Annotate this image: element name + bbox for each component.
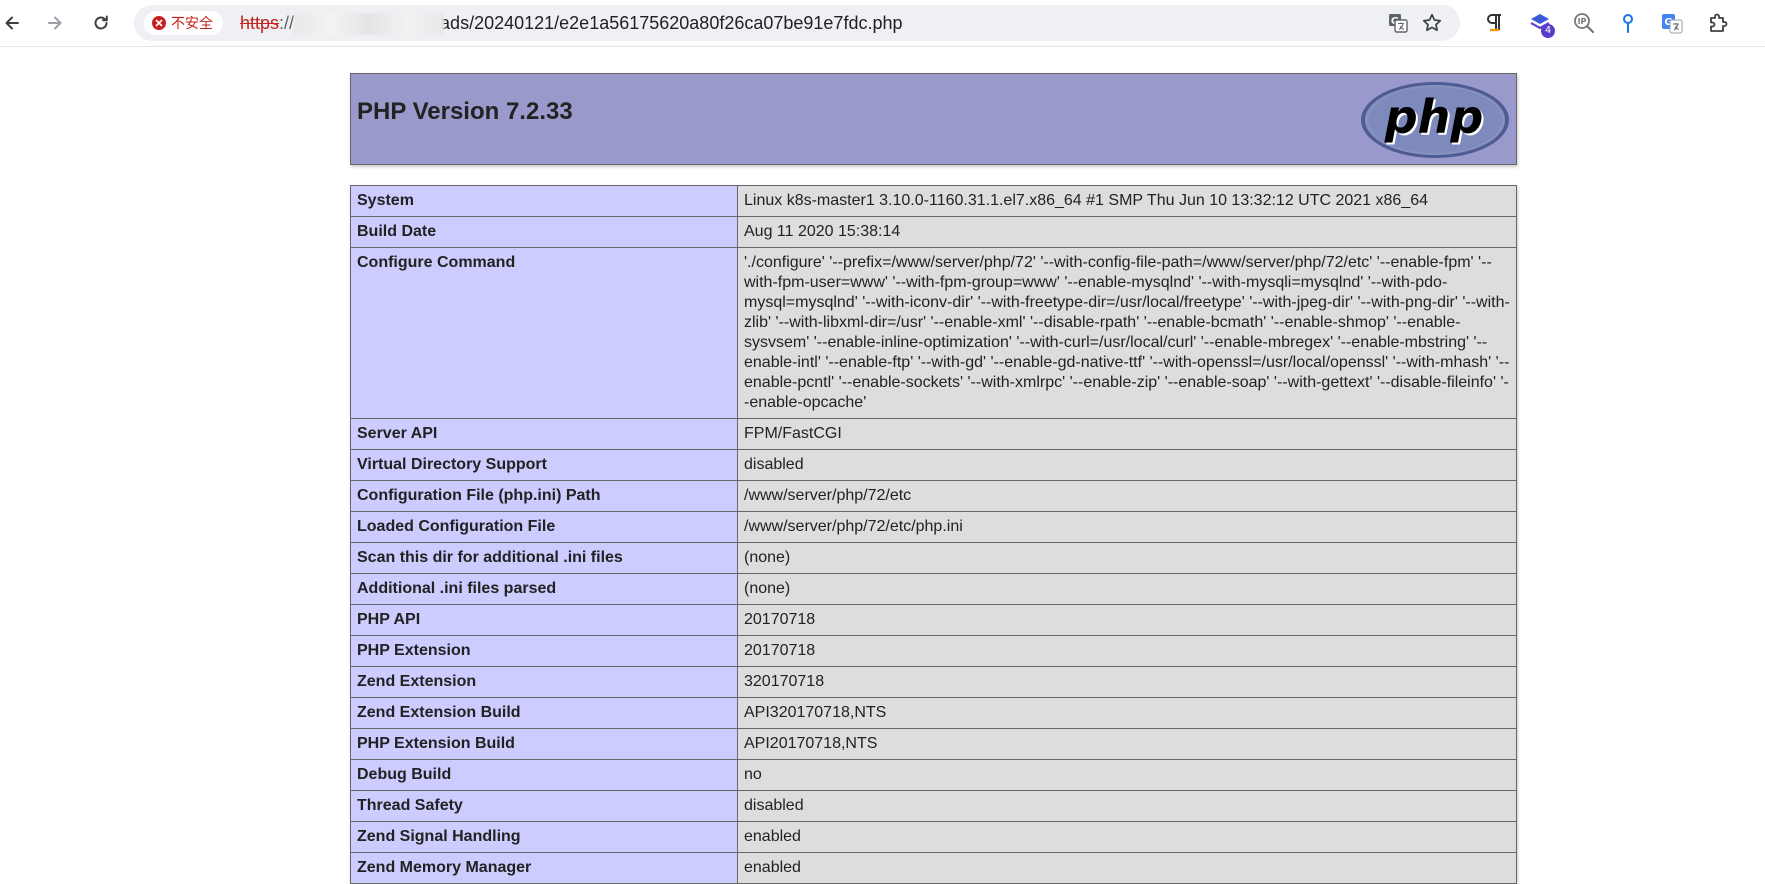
row-key: Configuration File (php.ini) Path: [350, 480, 738, 512]
row-key: Zend Signal Handling: [350, 821, 738, 853]
address-bar[interactable]: 不安全 https:// ads/20240121/e2e1a56175620a8…: [134, 5, 1460, 41]
paragraph-extension-icon[interactable]: [1480, 9, 1508, 37]
row-value: API320170718,NTS: [737, 697, 1517, 729]
row-value: (none): [737, 573, 1517, 605]
back-button[interactable]: [0, 7, 28, 39]
row-value: enabled: [737, 821, 1517, 853]
row-key: Scan this dir for additional .ini files: [350, 542, 738, 574]
row-key: Debug Build: [350, 759, 738, 791]
security-chip[interactable]: 不安全: [144, 11, 223, 35]
row-value: no: [737, 759, 1517, 791]
row-value: FPM/FastCGI: [737, 418, 1517, 450]
google-translate-extension-icon[interactable]: G: [1658, 9, 1686, 37]
row-key: Build Date: [350, 216, 738, 248]
forward-button[interactable]: [39, 7, 71, 39]
location-pin-extension-icon[interactable]: [1614, 9, 1642, 37]
url-path: ads/20240121/e2e1a56175620a80f26ca07be91…: [440, 13, 903, 33]
row-key: System: [350, 185, 738, 217]
row-value: /www/server/php/72/etc: [737, 480, 1517, 512]
translate-page-icon[interactable]: G: [1386, 11, 1410, 35]
row-value: disabled: [737, 790, 1517, 822]
redacted-host: [294, 13, 445, 36]
table-row: Build Date Aug 11 2020 15:38:14: [350, 216, 1517, 248]
row-key: Configure Command: [350, 247, 738, 419]
row-key: Thread Safety: [350, 790, 738, 822]
table-row: Configuration File (php.ini) Path/www/se…: [350, 480, 1517, 512]
row-value: 20170718: [737, 635, 1517, 667]
warning-icon: [152, 16, 166, 30]
table-row: Zend Memory Manager enabled: [350, 852, 1517, 884]
ip-lookup-extension-icon[interactable]: IP: [1570, 9, 1598, 37]
extension-badge: 4: [1541, 24, 1555, 38]
browser-toolbar: 不安全 https:// ads/20240121/e2e1a56175620a8…: [0, 0, 1765, 47]
url-text[interactable]: https:// ads/20240121/e2e1a56175620a80f26…: [240, 5, 903, 41]
table-row: Zend Extension Build API320170718,NTS: [350, 697, 1517, 729]
extensions-puzzle-icon[interactable]: [1704, 9, 1732, 37]
row-value: API20170718,NTS: [737, 728, 1517, 760]
url-separator: ://: [279, 13, 295, 33]
row-value: /www/server/php/72/etc/php.ini: [737, 511, 1517, 543]
phpinfo-header: PHP Version 7.2.33 php php: [350, 73, 1517, 165]
row-key: PHP Extension: [350, 635, 738, 667]
row-key: PHP API: [350, 604, 738, 636]
phpinfo-table: System Linux k8s-master1 3.10.0-1160.31.1…: [350, 185, 1517, 884]
table-row: Server API FPM/FastCGI: [350, 418, 1517, 450]
row-value: Aug 11 2020 15:38:14: [737, 216, 1517, 248]
url-scheme: https: [240, 13, 280, 33]
security-chip-label: 不安全: [171, 15, 213, 31]
row-value: Linux k8s-master1 3.10.0-1160.31.1.el7.x…: [737, 185, 1517, 217]
stack-extension-icon[interactable]: 4: [1526, 9, 1555, 38]
row-value: 20170718: [737, 604, 1517, 636]
table-row: PHP Extension Build API20170718,NTS: [350, 728, 1517, 760]
table-row: System Linux k8s-master1 3.10.0-1160.31.1…: [350, 185, 1517, 217]
row-value: enabled: [737, 852, 1517, 884]
reload-button[interactable]: [85, 7, 117, 39]
row-key: Additional .ini files parsed: [350, 573, 738, 605]
table-row: Additional .ini files parsed (none): [350, 573, 1517, 605]
table-row: Thread Safety disabled: [350, 790, 1517, 822]
table-row: Debug Build no: [350, 759, 1517, 791]
reload-icon: [94, 15, 108, 30]
row-key: PHP Extension Build: [350, 728, 738, 760]
forward-arrow-icon: [48, 16, 62, 30]
table-row: Loaded Configuration File/www/server/php…: [350, 511, 1517, 543]
bookmark-star-icon[interactable]: [1420, 11, 1444, 35]
ip-extension-label: IP: [1578, 17, 1587, 26]
table-row: PHP Extension 20170718: [350, 635, 1517, 667]
row-key: Virtual Directory Support: [350, 449, 738, 481]
table-row: Configure Command './configure' '--prefix…: [350, 247, 1517, 419]
table-row: Virtual Directory Support disabled: [350, 449, 1517, 481]
row-key: Zend Extension: [350, 666, 738, 698]
back-arrow-icon: [5, 16, 19, 30]
row-value: './configure' '--prefix=/www/server/php/…: [737, 247, 1517, 419]
row-key: Zend Memory Manager: [350, 852, 738, 884]
row-value: 320170718: [737, 666, 1517, 698]
row-value: (none): [737, 542, 1517, 574]
row-key: Loaded Configuration File: [350, 511, 738, 543]
row-key: Zend Extension Build: [350, 697, 738, 729]
table-row: Zend Signal Handling enabled: [350, 821, 1517, 853]
php-logo-text: php: [1384, 90, 1484, 144]
row-key: Server API: [350, 418, 738, 450]
php-logo[interactable]: php php: [1359, 80, 1511, 160]
phpinfo-page: PHP Version 7.2.33 php php System Linux k…: [350, 73, 1517, 884]
table-row: Zend Extension 320170718: [350, 666, 1517, 698]
row-value: disabled: [737, 449, 1517, 481]
page-title: PHP Version 7.2.33: [357, 98, 573, 125]
table-row: PHP API 20170718: [350, 604, 1517, 636]
table-row: Scan this dir for additional .ini files(…: [350, 542, 1517, 574]
